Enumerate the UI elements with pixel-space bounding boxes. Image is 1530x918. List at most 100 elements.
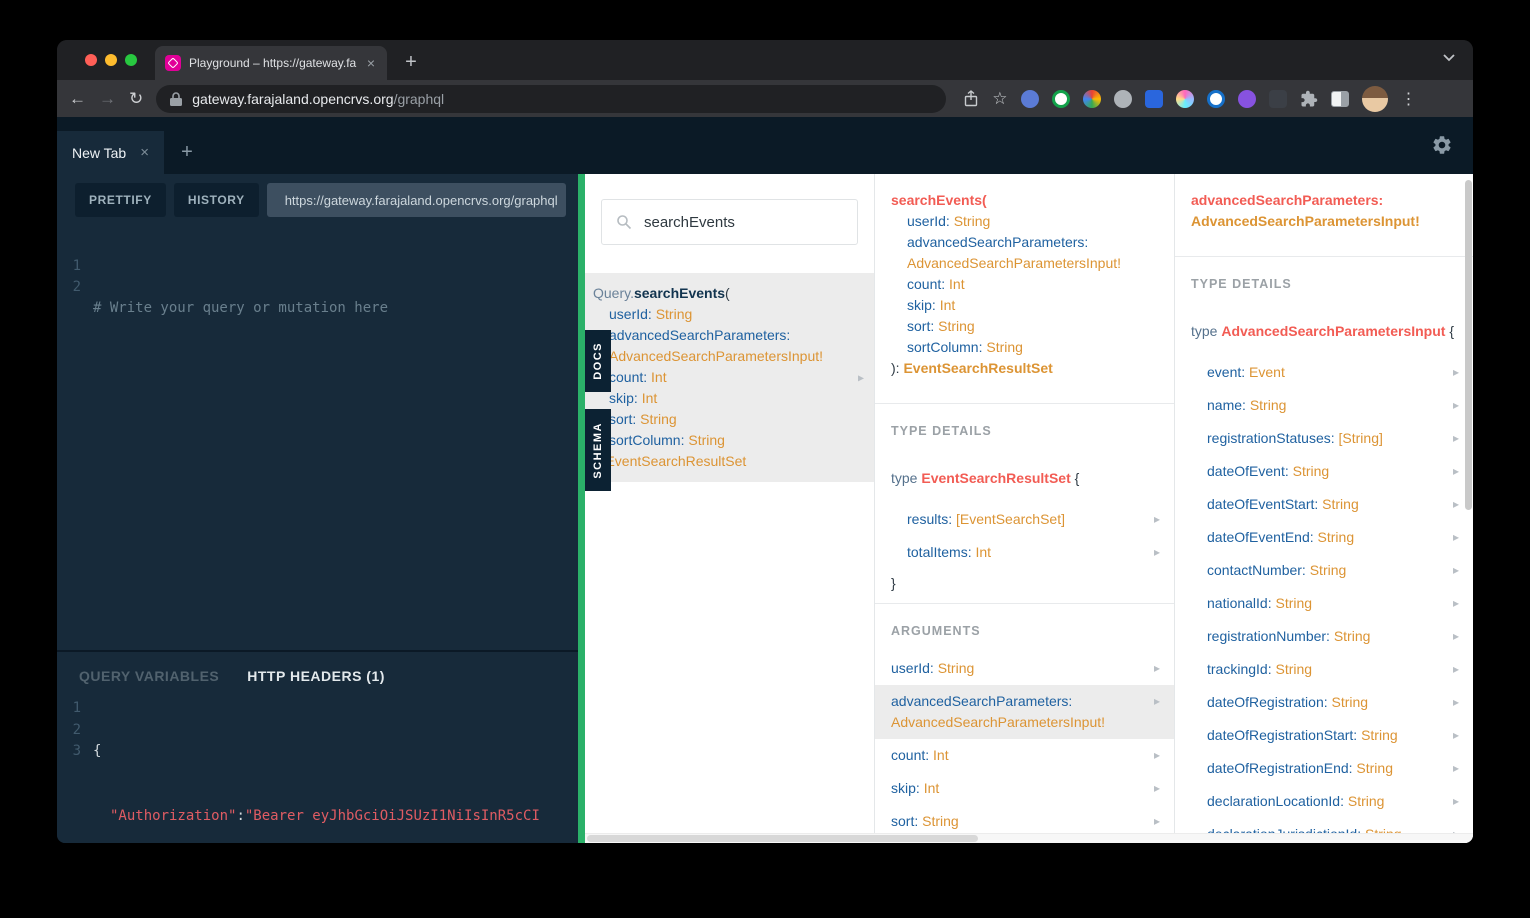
extension-icon-1[interactable] [1020,89,1039,108]
section-label: TYPE DETAILS [891,424,992,438]
doc-argument-row[interactable]: userId: String ▸ [875,652,1174,685]
tab-search-chevron-icon[interactable] [1443,54,1455,62]
http-headers-tab[interactable]: HTTP HEADERS (1) [247,668,385,684]
field-type: [String] [1338,430,1383,446]
expand-arrow-icon: ▸ [1452,794,1459,808]
session-tab-label: New Tab [72,144,127,161]
zoom-window-button[interactable] [125,54,137,66]
history-button[interactable]: HISTORY [173,183,259,217]
field-name: name: [1207,397,1250,413]
close-window-button[interactable] [85,54,97,66]
line-number: 3 [72,743,81,759]
browser-tab[interactable]: Playground – https://gateway.fa × [155,46,387,80]
arg-name: skip: [609,390,642,406]
search-result-item[interactable]: Query.searchEvents( userId: String advan… [585,273,874,482]
doc-field-row[interactable]: nationalId: String ▸ [1175,587,1473,620]
doc-field-row[interactable]: name: String ▸ [1175,389,1473,422]
doc-field-row[interactable]: dateOfEvent: String ▸ [1175,455,1473,488]
expand-arrow-icon: ▸ [1153,545,1160,559]
reload-button[interactable]: ↻ [129,90,143,107]
back-button[interactable]: ← [69,90,86,107]
vertical-scrollbar[interactable] [1464,174,1473,843]
arg-type: String [640,411,677,427]
type-declaration[interactable]: type EventSearchResultSet { [875,452,1174,503]
prettify-button[interactable]: PRETTIFY [75,183,166,217]
doc-field-row[interactable]: trackingId: String ▸ [1175,653,1473,686]
doc-field-row[interactable]: results: [EventSearchSet] ▸ [875,503,1174,536]
doc-field-row[interactable]: dateOfRegistrationEnd: String ▸ [1175,752,1473,785]
doc-field-row[interactable]: registrationStatuses: [String] ▸ [1175,422,1473,455]
pane-divider[interactable] [578,174,585,843]
signature-line: ): EventSearchResultSet [593,451,864,472]
arg-name: userId: [609,306,656,322]
add-session-button[interactable]: + [164,131,210,174]
row-text: advancedSearchParameters: AdvancedSearch… [891,691,1154,733]
expand-arrow-icon: ▸ [1153,781,1160,795]
doc-argument-row[interactable]: skip: Int ▸ [875,772,1174,805]
query-variables-tab[interactable]: QUERY VARIABLES [79,668,219,684]
doc-field-row[interactable]: event: Event ▸ [1175,356,1473,389]
arg-name: sort: [891,813,923,829]
doc-field-row[interactable]: totalItems: Int ▸ [875,536,1174,569]
query-editor[interactable]: 1 2 # Write your query or mutation here [57,226,578,650]
doc-field-row[interactable]: dateOfEventEnd: String ▸ [1175,521,1473,554]
expand-arrow-icon: ▸ [1452,629,1459,643]
row-text: name: String [1207,395,1286,416]
docs-side-tab[interactable]: DOCS [585,330,611,392]
extension-icon-9[interactable] [1268,89,1287,108]
settings-gear-icon[interactable] [1431,134,1453,156]
endpoint-input[interactable]: https://gateway.farajaland.opencrvs.org/… [266,183,566,217]
doc-argument-row-selected[interactable]: advancedSearchParameters: AdvancedSearch… [875,685,1174,739]
search-value: searchEvents [644,213,735,231]
scrollbar-thumb[interactable] [587,835,978,842]
tab-close-icon[interactable]: × [365,55,377,71]
extension-icon-8[interactable] [1237,89,1256,108]
doc-field-row[interactable]: dateOfRegistrationStart: String ▸ [1175,719,1473,752]
doc-field-row[interactable]: contactNumber: String ▸ [1175,554,1473,587]
bookmark-star-icon[interactable]: ☆ [992,90,1007,107]
docs-search-input[interactable]: searchEvents [601,199,858,245]
arg-name: sortColumn: [907,339,987,355]
new-tab-button[interactable]: + [397,48,425,76]
minimize-window-button[interactable] [105,54,117,66]
type-declaration[interactable]: type AdvancedSearchParametersInput { [1175,305,1473,356]
forward-button[interactable]: → [99,90,116,107]
expand-arrow-icon: ▸ [1452,431,1459,445]
arg-type: Int [939,297,956,313]
browser-menu-icon[interactable]: ⋮ [1401,89,1417,109]
side-panel-icon[interactable] [1330,90,1349,107]
argument-name: advancedSearchParameters: [1191,192,1384,208]
http-headers-editor[interactable]: 1 2 3 { "Authorization":"Bearer eyJhbGci… [57,692,578,843]
field-name: searchEvents [633,285,726,301]
schema-side-tab[interactable]: SCHEMA [585,409,611,491]
toolbar-icons: ☆ ⋮ [963,85,1417,112]
session-tab[interactable]: New Tab × [57,131,164,174]
row-text: sort: String [891,811,959,832]
extension-icon-5[interactable] [1144,89,1163,108]
extension-icon-3[interactable] [1082,89,1101,108]
doc-field-row[interactable]: registrationNumber: String ▸ [1175,620,1473,653]
session-tab-close-icon[interactable]: × [140,144,149,161]
scrollbar-thumb[interactable] [1465,180,1472,510]
signature-line: advancedSearchParameters: [1191,190,1457,211]
doc-field-row[interactable]: dateOfRegistration: String ▸ [1175,686,1473,719]
doc-field-row[interactable]: declarationLocationId: String ▸ [1175,785,1473,818]
field-type: String [1249,397,1287,413]
headers-line: { [93,743,102,759]
search-wrap: searchEvents [585,174,874,261]
horizontal-scrollbar[interactable] [585,833,1473,843]
extensions-puzzle-icon[interactable] [1300,90,1318,108]
field-type: String [1322,496,1359,512]
address-bar[interactable]: gateway.farajaland.opencrvs.org/graphql [156,84,947,113]
extension-icon-6[interactable] [1175,89,1194,108]
open-brace: { [1445,323,1455,339]
share-icon[interactable] [963,89,979,108]
signature-line: sort: String [891,316,1158,337]
variables-panel: QUERY VARIABLES HTTP HEADERS (1) 1 2 3 { [57,650,578,843]
doc-argument-row[interactable]: count: Int ▸ [875,739,1174,772]
extension-icon-2[interactable] [1051,89,1070,108]
doc-field-row[interactable]: dateOfEventStart: String ▸ [1175,488,1473,521]
extension-icon-4[interactable] [1113,89,1132,108]
profile-avatar[interactable] [1361,85,1388,112]
extension-icon-7[interactable] [1206,89,1225,108]
